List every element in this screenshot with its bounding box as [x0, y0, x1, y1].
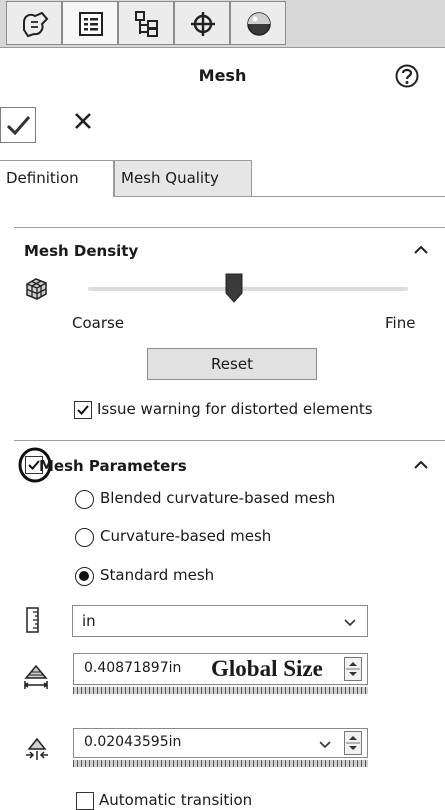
radio-curvature-based-label: Curvature-based mesh [100, 527, 272, 545]
spinner-arrows-icon [346, 736, 360, 750]
display-manager-tab[interactable] [230, 1, 286, 45]
global-size-spinner[interactable] [344, 657, 362, 681]
tab-mesh-quality[interactable]: Mesh Quality [114, 160, 252, 197]
global-size-thumbwheel[interactable] [73, 687, 368, 694]
unit-select[interactable]: in [72, 605, 368, 637]
chevron-up-icon [414, 245, 428, 254]
section-divider [14, 227, 445, 228]
dimxpert-tab[interactable] [174, 1, 230, 45]
mesh-density-collapse[interactable] [412, 244, 430, 256]
tolerance-spinner[interactable] [344, 731, 362, 755]
unit-icon-wrap [25, 607, 41, 633]
fine-label: Fine [385, 314, 416, 332]
radio-blended-curvature[interactable] [75, 490, 94, 509]
radio-standard-mesh[interactable] [75, 567, 94, 586]
feature-tree-tab[interactable] [62, 1, 118, 45]
global-size-icon [23, 664, 49, 689]
mesh-density-icon [26, 278, 47, 300]
radio-standard-mesh-label: Standard mesh [100, 566, 215, 584]
radio-blended-curvature-label: Blended curvature-based mesh [100, 489, 336, 507]
spinner-arrows-icon [346, 662, 360, 676]
mesh-density-icon-wrap [24, 276, 50, 302]
section-divider [14, 440, 445, 441]
checkmark-icon [77, 405, 89, 415]
close-icon [75, 113, 91, 129]
distortion-warning-label: Issue warning for distorted elements [97, 400, 373, 418]
tolerance-icon-wrap [24, 737, 50, 761]
cancel-button[interactable] [72, 110, 94, 132]
mesh-parameters-collapse[interactable] [412, 459, 430, 471]
tolerance-input[interactable]: 0.02043595in [73, 728, 368, 758]
dimxpert-icon [191, 12, 215, 36]
global-size-input[interactable]: 0.40871897in Global Size [73, 653, 368, 685]
distortion-warning-checkbox[interactable] [74, 401, 92, 419]
tolerance-icon [26, 737, 48, 760]
display-manager-icon [247, 12, 271, 36]
unit-select-value: in [82, 612, 96, 630]
mesh-density-heading: Mesh Density [24, 242, 139, 260]
radio-selected-dot [79, 571, 89, 581]
slider-thumb-icon [225, 273, 243, 303]
help-icon [395, 64, 419, 88]
automatic-transition-label: Automatic transition [99, 791, 253, 809]
configuration-manager-icon [135, 11, 158, 37]
tab-definition[interactable]: Definition [0, 160, 114, 197]
help-button[interactable] [394, 63, 420, 89]
reset-button[interactable]: Reset [147, 348, 317, 380]
tolerance-value: 0.02043595in [84, 734, 182, 750]
chevron-up-icon [414, 460, 428, 469]
global-size-annotation: Global Size [211, 656, 323, 681]
mesh-parameters-heading: Mesh Parameters [39, 457, 187, 475]
feature-tree-icon [79, 12, 103, 36]
global-size-icon-wrap [22, 664, 50, 690]
mesh-density-slider-thumb[interactable] [225, 273, 243, 303]
tab-underline [252, 196, 445, 197]
chevron-down-icon[interactable] [318, 739, 332, 749]
ruler-icon [26, 607, 39, 633]
panel-title: Mesh [198, 66, 247, 85]
radio-curvature-based[interactable] [75, 528, 94, 547]
automatic-transition-checkbox[interactable] [76, 792, 94, 810]
ok-button[interactable] [0, 107, 36, 143]
global-size-value: 0.40871897in [84, 660, 182, 676]
checkmark-icon [6, 116, 31, 136]
property-manager-icon [23, 11, 49, 38]
chevron-down-icon [344, 619, 356, 627]
mesh-density-slider[interactable] [88, 287, 408, 291]
manager-tab-bar [0, 0, 445, 48]
tolerance-thumbwheel[interactable] [73, 760, 368, 767]
property-manager-tab[interactable] [6, 1, 62, 45]
configuration-manager-tab[interactable] [118, 1, 174, 45]
coarse-label: Coarse [72, 314, 125, 332]
